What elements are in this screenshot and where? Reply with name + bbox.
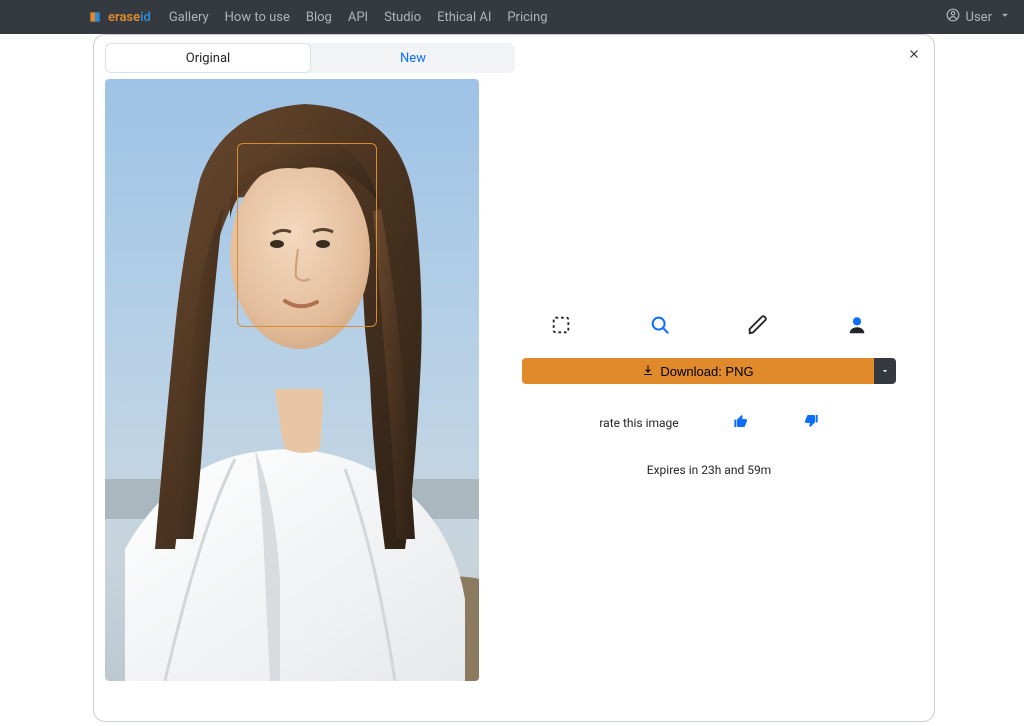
top-navbar: eraseid Gallery How to use Blog API Stud…	[0, 0, 1024, 34]
download-group: Download: PNG	[522, 358, 896, 384]
close-button[interactable]	[904, 45, 924, 65]
nav-howto[interactable]: How to use	[225, 10, 290, 25]
thumbs-up-button[interactable]	[733, 413, 749, 432]
rate-row: rate this image	[522, 413, 896, 432]
nav-links: Gallery How to use Blog API Studio Ethic…	[169, 10, 548, 25]
user-icon	[946, 8, 960, 26]
user-menu[interactable]: User	[946, 8, 1012, 26]
thumbs-down-button[interactable]	[803, 413, 819, 432]
thumbs-up-icon	[733, 417, 749, 432]
tool-row	[541, 306, 877, 346]
tab-bar: Original New	[105, 43, 515, 73]
download-label: Download: PNG	[660, 364, 753, 379]
chevron-down-icon	[998, 8, 1012, 26]
person-icon	[846, 314, 868, 339]
search-icon	[649, 314, 671, 339]
pencil-icon	[747, 314, 769, 339]
tool-edit[interactable]	[738, 306, 778, 346]
tool-person[interactable]	[837, 306, 877, 346]
nav-studio[interactable]: Studio	[384, 10, 421, 25]
rate-label: rate this image	[599, 416, 678, 430]
nav-ethical[interactable]: Ethical AI	[437, 10, 491, 25]
selection-icon	[550, 314, 572, 339]
close-icon	[907, 46, 921, 65]
tab-original[interactable]: Original	[105, 43, 311, 73]
nav-api[interactable]: API	[348, 10, 368, 25]
tab-original-label: Original	[186, 51, 230, 66]
brand-logo[interactable]: eraseid	[88, 10, 151, 25]
logo-icon	[88, 10, 102, 24]
tab-new-label: New	[400, 51, 426, 66]
caret-down-icon	[880, 364, 890, 379]
nav-gallery[interactable]: Gallery	[169, 10, 209, 25]
tool-zoom[interactable]	[640, 306, 680, 346]
download-button[interactable]: Download: PNG	[522, 358, 874, 384]
download-icon	[642, 364, 654, 379]
nav-blog[interactable]: Blog	[306, 10, 332, 25]
user-label: User	[966, 10, 992, 25]
tool-select[interactable]	[541, 306, 581, 346]
nav-pricing[interactable]: Pricing	[507, 10, 547, 25]
brand-text: eraseid	[108, 10, 151, 25]
expire-text: Expires in 23h and 59m	[522, 463, 896, 477]
thumbs-down-icon	[803, 417, 819, 432]
image-preview[interactable]	[105, 79, 479, 681]
download-dropdown[interactable]	[874, 358, 896, 384]
tab-new[interactable]: New	[311, 43, 515, 73]
editor-card: Original New	[93, 34, 935, 722]
